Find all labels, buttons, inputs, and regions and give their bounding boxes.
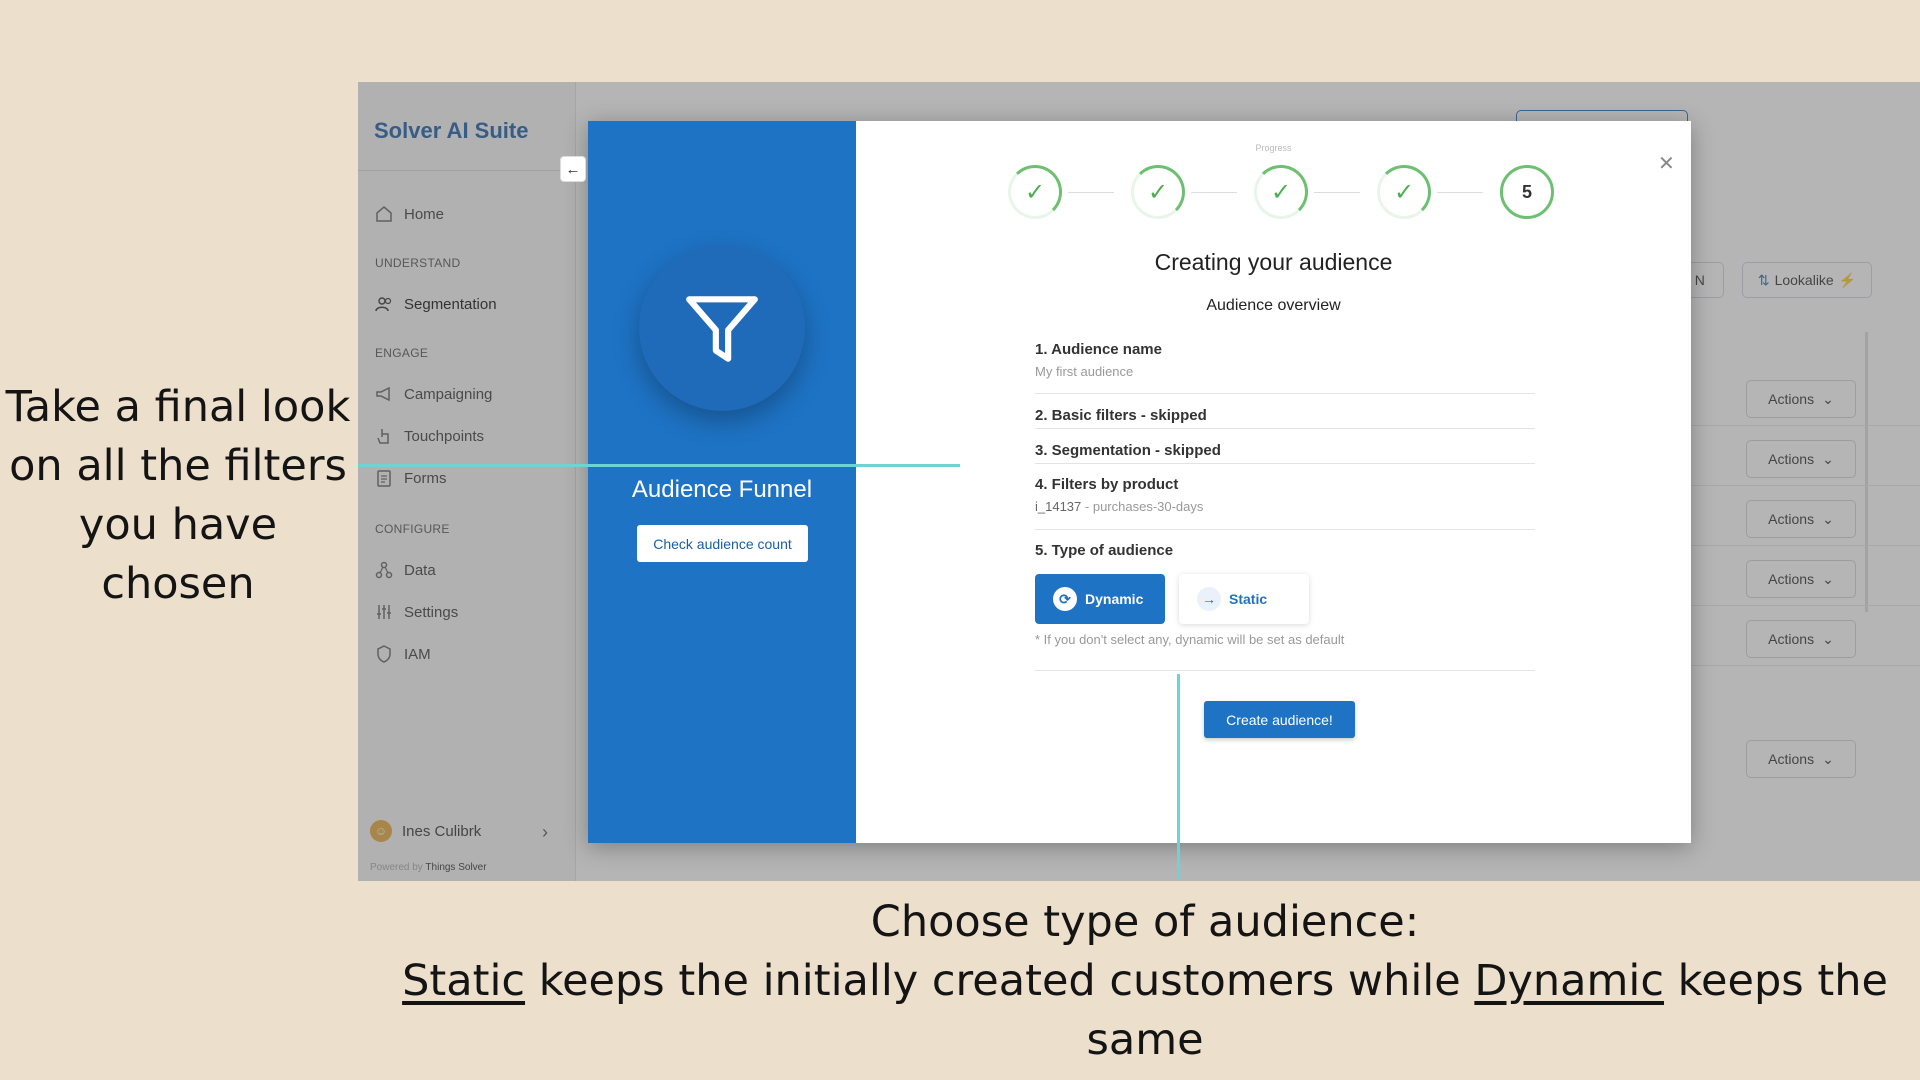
check-audience-count-button[interactable]: Check audience count — [637, 525, 808, 562]
annotation-type-of-audience: Choose type of audience: Static keeps th… — [400, 893, 1890, 1080]
step-number: 5 — [1521, 181, 1532, 202]
annotation-connector — [1177, 674, 1180, 880]
modal-title: Creating your audience — [1154, 249, 1393, 275]
arrow-right-icon: → — [1197, 587, 1221, 611]
annotation-line: you have chosen — [78, 500, 278, 609]
annotation-text: keeps the initially created customers wh… — [525, 956, 1475, 1006]
step-connector — [1314, 192, 1360, 193]
progress-label: Progress — [1255, 143, 1292, 153]
type-hint: * If you don't select any, dynamic will … — [1035, 632, 1345, 647]
modal-subtitle: Audience overview — [1206, 297, 1341, 314]
divider — [1035, 529, 1535, 530]
section-heading: 3. Segmentation - skipped — [1035, 442, 1221, 459]
step-connector — [1191, 192, 1237, 193]
dynamic-audience-button[interactable]: ⟳ Dynamic — [1035, 574, 1165, 624]
step-connector — [1437, 192, 1483, 193]
overview-segmentation: 3. Segmentation - skipped — [1035, 442, 1535, 459]
step-connector — [1068, 192, 1114, 193]
create-audience-modal: Audience Funnel Check audience count ✕ P… — [588, 121, 1691, 843]
product-filter: - purchases-30-days — [1081, 499, 1204, 514]
annotation-line: Static keeps the initially created custo… — [400, 952, 1890, 1070]
funnel-icon — [686, 296, 758, 362]
step-2-complete: ✓ — [1131, 165, 1185, 219]
check-icon: ✓ — [1024, 178, 1046, 206]
divider — [1035, 393, 1535, 394]
annotation-line: on all the filters — [9, 441, 347, 491]
section-heading: 2. Basic filters - skipped — [1035, 407, 1207, 424]
annotation-connector — [358, 464, 960, 467]
divider — [1035, 670, 1535, 671]
annotation-line: Take a final look — [5, 382, 351, 432]
overview-audience-name: 1. Audience name My first audience — [1035, 341, 1535, 379]
divider — [1035, 463, 1535, 464]
create-audience-button[interactable]: Create audience! — [1204, 701, 1355, 738]
section-value: My first audience — [1035, 364, 1134, 379]
overview-basic-filters: 2. Basic filters - skipped — [1035, 407, 1535, 424]
funnel-badge — [639, 245, 805, 411]
modal-side-panel: Audience Funnel Check audience count — [588, 121, 856, 843]
arrow-left-icon[interactable]: ← — [560, 156, 586, 182]
close-icon[interactable]: ✕ — [1658, 151, 1675, 176]
funnel-title: Audience Funnel — [631, 476, 813, 503]
static-label: Static — [1229, 591, 1268, 607]
check-icon: ✓ — [1147, 178, 1169, 206]
section-value: i_14137 - purchases-30-days — [1035, 499, 1535, 514]
annotation-line: Choose type of audience: — [870, 897, 1420, 947]
step-1-complete: ✓ — [1008, 165, 1062, 219]
annotation-static: Static — [402, 956, 526, 1006]
section-heading: 5. Type of audience — [1035, 542, 1174, 559]
step-3-complete: ✓ — [1254, 165, 1308, 219]
step-4-complete: ✓ — [1377, 165, 1431, 219]
refresh-icon: ⟳ — [1053, 587, 1077, 611]
check-icon: ✓ — [1270, 178, 1292, 206]
step-5-current: 5 — [1500, 165, 1554, 219]
divider — [1035, 428, 1535, 429]
section-heading: 1. Audience name — [1035, 341, 1162, 358]
check-icon: ✓ — [1393, 178, 1415, 206]
annotation-dynamic: Dynamic — [1474, 956, 1665, 1006]
overview-filters-by-product: 4. Filters by product i_14137 - purchase… — [1035, 476, 1535, 514]
dynamic-label: Dynamic — [1085, 591, 1144, 607]
annotation-final-look: Take a final look on all the filters you… — [0, 378, 356, 614]
annotation-line: rules but changes the number of the cust… — [400, 1070, 1890, 1080]
product-code: i_14137 — [1035, 499, 1082, 514]
overview-type-of-audience: 5. Type of audience — [1035, 542, 1535, 559]
section-heading: 4. Filters by product — [1035, 476, 1179, 493]
static-audience-button[interactable]: → Static — [1179, 574, 1309, 624]
